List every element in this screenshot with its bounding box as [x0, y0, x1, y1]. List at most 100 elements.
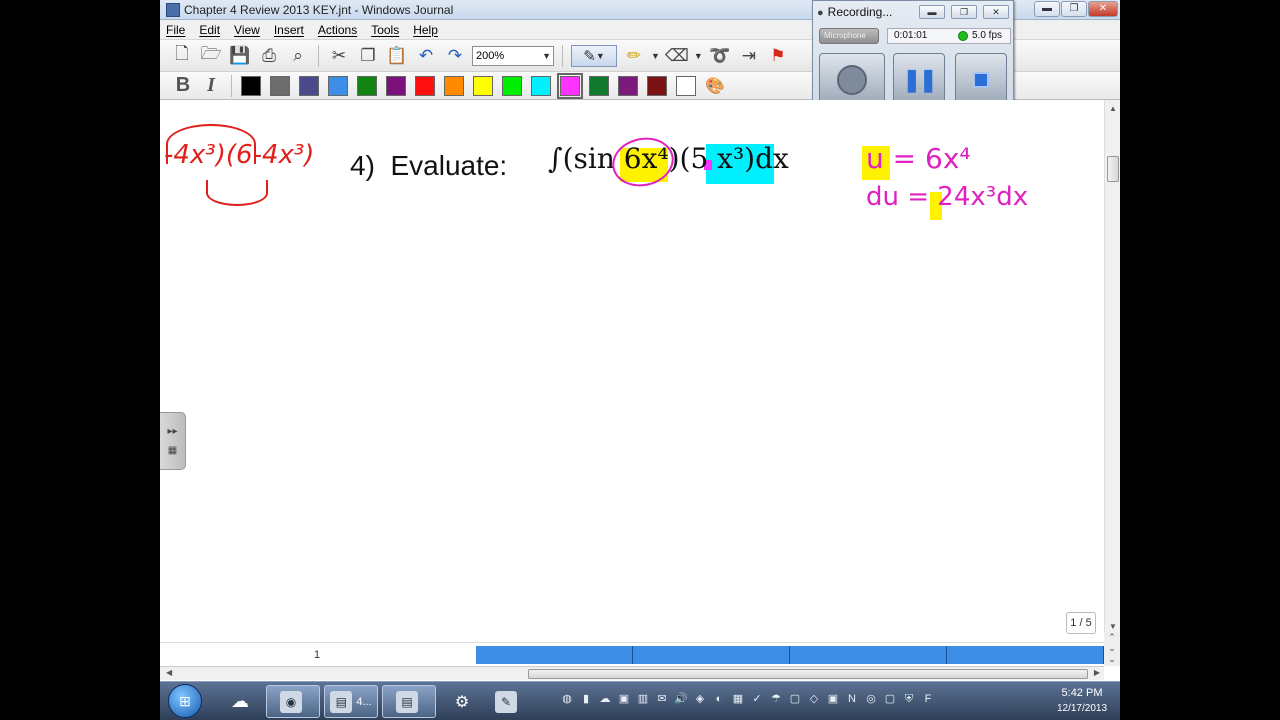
- pen-color-swatch[interactable]: [357, 75, 377, 96]
- taskbar-app-notes[interactable]: ✎: [490, 685, 526, 718]
- cut-icon[interactable]: ✂: [327, 44, 351, 68]
- redo-icon[interactable]: ↷: [443, 44, 467, 68]
- italic-button[interactable]: I: [200, 74, 222, 97]
- tray-icon[interactable]: ▥: [636, 692, 650, 706]
- pen-color-swatch[interactable]: [299, 75, 319, 96]
- recorder-maximize-button[interactable]: ❐: [951, 5, 977, 19]
- scroll-down-icon[interactable]: ▼: [1109, 622, 1117, 631]
- tray-icon[interactable]: ☂: [769, 692, 783, 706]
- taskbar-clock[interactable]: 5:42 PM 12/17/2013: [1048, 686, 1116, 716]
- tray-icon[interactable]: ▢: [788, 692, 802, 706]
- menu-help[interactable]: Help: [413, 23, 438, 37]
- vertical-scrollbar[interactable]: ▲ ▼: [1104, 100, 1120, 635]
- page-nav-buttons[interactable]: ⌃ ⌄ ⌄: [1104, 632, 1120, 666]
- tray-icon[interactable]: ✓: [750, 692, 764, 706]
- pen-color-swatch[interactable]: [328, 75, 348, 96]
- lasso-icon[interactable]: ➰: [708, 44, 732, 68]
- horizontal-scrollbar[interactable]: ◀ ▶: [160, 666, 1104, 680]
- signal-icon[interactable]: ▮: [579, 692, 593, 706]
- shield-icon[interactable]: ⛨: [902, 692, 916, 706]
- pen-color-swatch[interactable]: [647, 75, 667, 96]
- previous-page-icon[interactable]: ⌃: [1104, 632, 1120, 643]
- page-thumb[interactable]: [790, 646, 947, 664]
- audio-input-select[interactable]: Microphone: [819, 28, 879, 44]
- last-page-icon[interactable]: ⌄: [1104, 654, 1120, 665]
- tray-icon[interactable]: ◍: [560, 692, 574, 706]
- pen-color-swatch[interactable]: [502, 75, 522, 96]
- save-icon[interactable]: 💾: [228, 44, 252, 68]
- tray-icon[interactable]: ◎: [864, 692, 878, 706]
- menu-view[interactable]: View: [234, 23, 260, 37]
- pen-color-swatch[interactable]: [618, 75, 638, 96]
- flag-icon[interactable]: ⚑: [766, 44, 790, 68]
- tray-icon[interactable]: ☁: [598, 692, 612, 706]
- page-thumb[interactable]: [476, 646, 633, 664]
- pen-color-swatch[interactable]: [531, 75, 551, 96]
- new-page-icon[interactable]: 🗋: [170, 44, 194, 68]
- pen-color-swatch[interactable]: [386, 75, 406, 96]
- tray-icon[interactable]: ▣: [826, 692, 840, 706]
- bold-button[interactable]: B: [172, 74, 194, 97]
- tray-icon[interactable]: ▣: [617, 692, 631, 706]
- tray-icon[interactable]: ◇: [807, 692, 821, 706]
- record-button[interactable]: [819, 53, 885, 107]
- start-button[interactable]: ⊞: [168, 684, 202, 718]
- taskbar-app-recorder[interactable]: ◉: [266, 685, 320, 718]
- color-palette-icon[interactable]: 🎨: [702, 76, 728, 96]
- taskbar-app-tools[interactable]: ⚙: [444, 685, 480, 718]
- page-thumbnails-strip[interactable]: [476, 646, 1104, 664]
- insert-space-icon[interactable]: ⇥: [737, 44, 761, 68]
- pen-color-swatch[interactable]: [676, 75, 696, 96]
- scroll-left-icon[interactable]: ◀: [166, 668, 172, 677]
- scroll-up-icon[interactable]: ▲: [1109, 104, 1117, 113]
- tray-icon[interactable]: N: [845, 692, 859, 706]
- scroll-right-icon[interactable]: ▶: [1094, 668, 1100, 677]
- paste-icon[interactable]: 📋: [385, 44, 409, 68]
- recorder-minimize-button[interactable]: ▬: [919, 5, 945, 19]
- close-button[interactable]: ✕: [1088, 1, 1118, 17]
- next-page-icon[interactable]: ⌄: [1104, 643, 1120, 654]
- undo-icon[interactable]: ↶: [414, 44, 438, 68]
- open-icon[interactable]: 🗁: [199, 44, 223, 68]
- recorder-close-button[interactable]: ✕: [983, 5, 1009, 19]
- taskbar-app-network[interactable]: ☁: [220, 685, 260, 718]
- volume-icon[interactable]: 🔊: [674, 692, 688, 706]
- menu-actions[interactable]: Actions: [318, 23, 357, 37]
- search-icon[interactable]: ⌕: [286, 44, 310, 68]
- taskbar-app-journal-2[interactable]: ▤: [382, 685, 436, 718]
- pen-color-swatch[interactable]: [589, 75, 609, 96]
- print-preview-icon[interactable]: ⎙: [257, 44, 281, 68]
- pen-color-swatch[interactable]: [557, 72, 583, 99]
- pen-color-swatch[interactable]: [415, 75, 435, 96]
- tray-icon[interactable]: ▢: [883, 692, 897, 706]
- pen-color-swatch[interactable]: [241, 75, 261, 96]
- horizontal-scroll-thumb[interactable]: [528, 669, 1088, 679]
- page-thumb[interactable]: [947, 646, 1104, 664]
- menu-file[interactable]: File: [166, 23, 185, 37]
- chevron-down-icon[interactable]: ▼: [651, 51, 660, 61]
- maximize-button[interactable]: ❐: [1061, 1, 1087, 17]
- copy-icon[interactable]: ❐: [356, 44, 380, 68]
- pen-color-swatch[interactable]: [473, 75, 493, 96]
- pen-color-swatch[interactable]: [270, 75, 290, 96]
- eraser-icon[interactable]: ⌫: [665, 44, 689, 68]
- menu-edit[interactable]: Edit: [199, 23, 220, 37]
- pause-button[interactable]: ❚❚: [893, 53, 945, 107]
- minimize-button[interactable]: ▬: [1034, 1, 1060, 17]
- pen-tool-button[interactable]: ✎ ▼: [571, 44, 617, 67]
- vertical-scroll-thumb[interactable]: [1107, 156, 1119, 182]
- page-thumb[interactable]: [633, 646, 790, 664]
- pen-color-swatch[interactable]: [444, 75, 464, 96]
- tray-icon[interactable]: ▦: [731, 692, 745, 706]
- page-sorter-tab[interactable]: ▸▸ ▦: [160, 412, 186, 470]
- stop-button[interactable]: [955, 53, 1007, 107]
- taskbar-app-journal-1[interactable]: ▤ 4...: [324, 685, 378, 718]
- menu-insert[interactable]: Insert: [274, 23, 304, 37]
- chevron-down-icon[interactable]: ▼: [694, 51, 703, 61]
- tray-icon[interactable]: F: [921, 692, 935, 706]
- tray-icon[interactable]: ◐: [712, 692, 726, 706]
- menu-tools[interactable]: Tools: [371, 23, 399, 37]
- tray-icon[interactable]: ✉: [655, 692, 669, 706]
- zoom-select[interactable]: 200% ▼: [472, 45, 554, 66]
- highlighter-icon[interactable]: ✏: [622, 44, 646, 68]
